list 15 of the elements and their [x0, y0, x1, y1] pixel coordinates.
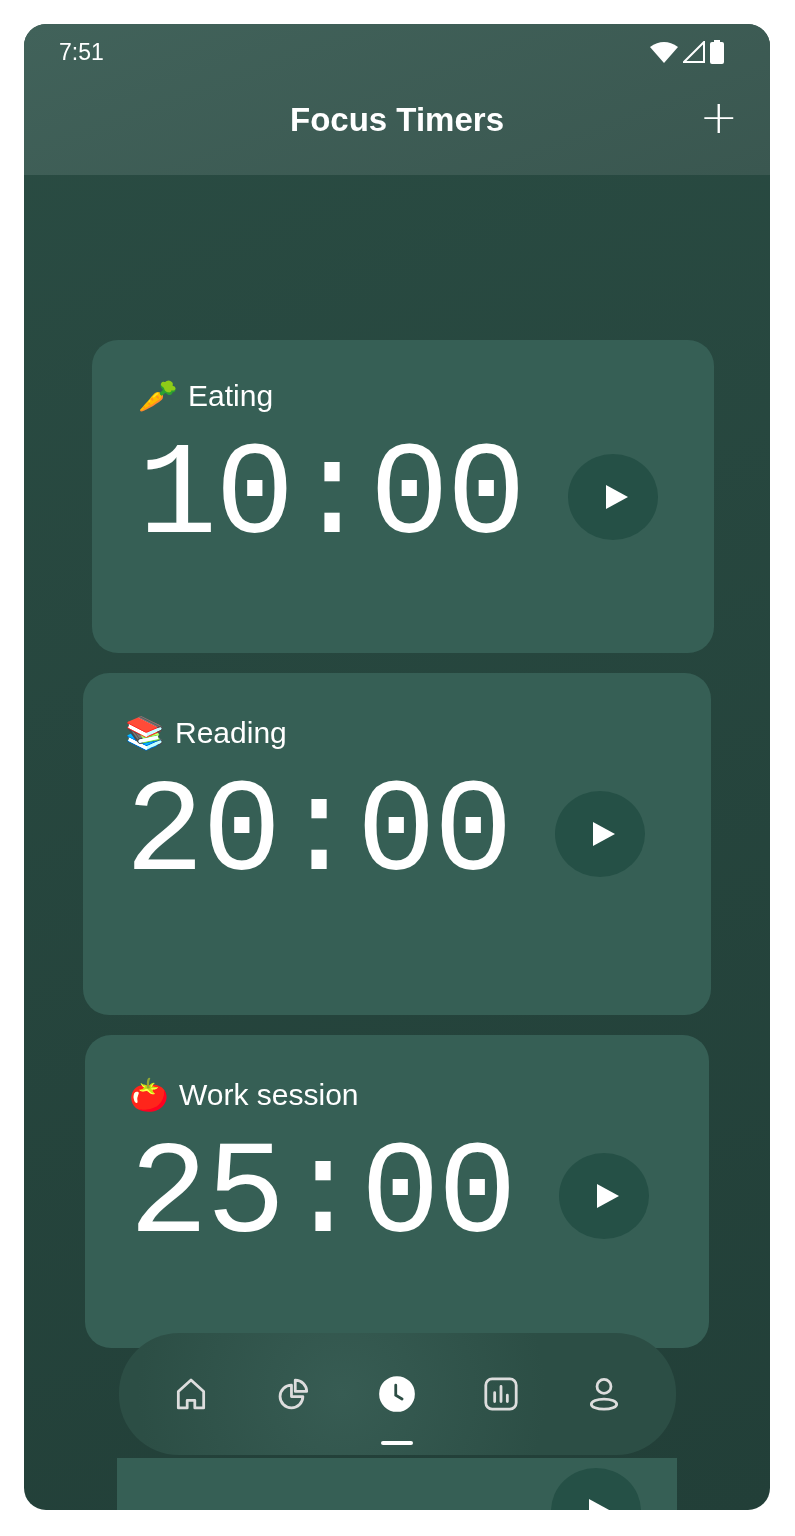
status-time: 7:51: [59, 38, 104, 66]
timer-card[interactable]: 📚 Reading 20:00: [83, 673, 711, 1015]
timer-name: Work session: [179, 1078, 359, 1112]
page-title: Focus Timers: [290, 101, 504, 139]
timer-card[interactable]: 🍅 Work session 25:00: [85, 1035, 709, 1348]
timer-card[interactable]: 🥕 Eating 10:00: [92, 340, 714, 653]
timer-time: 20:00: [125, 771, 512, 897]
emoji-icon: 📚: [125, 713, 165, 753]
add-button[interactable]: +: [695, 92, 742, 142]
emoji-icon: 🥕: [138, 376, 178, 416]
emoji-icon: 🍅: [129, 1075, 169, 1115]
timer-time: 10:00: [138, 434, 525, 560]
timer-name: Reading: [175, 716, 287, 750]
timer-name: Eating: [188, 379, 274, 413]
timer-time: 25:00: [129, 1133, 516, 1259]
